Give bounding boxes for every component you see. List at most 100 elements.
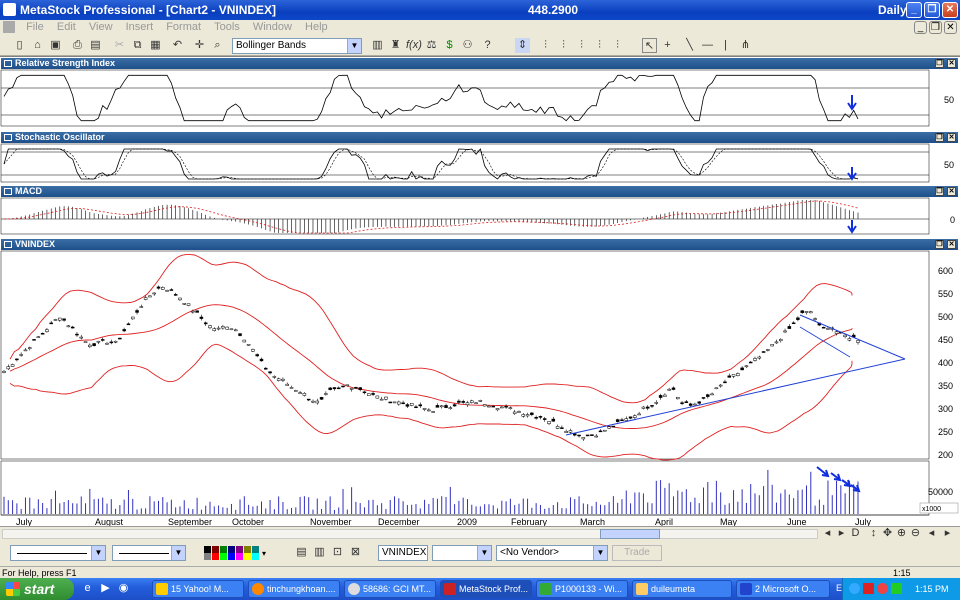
macd-restore-button[interactable]: ❐ [935,187,944,196]
tray-help-icon[interactable] [849,583,860,594]
quicklaunch-browser-icon[interactable]: ◉ [116,581,131,596]
tray-clock[interactable]: 1:15 PM [915,578,949,600]
menu-file[interactable]: File [21,20,49,34]
equivolume-icon[interactable]: ⫶ [610,38,625,53]
tray-network-icon[interactable] [891,583,902,594]
stoch-pane-title[interactable]: Stochastic Oscillator ❐ ✕ [1,132,958,143]
menu-view[interactable]: View [84,20,118,34]
crosshair-tool-icon[interactable]: + [660,38,675,53]
task-folder[interactable]: duileumeta [632,580,732,598]
period-daily-icon[interactable]: D [848,526,863,541]
menu-window[interactable]: Window [248,20,297,34]
tray-antivirus-icon[interactable] [877,583,888,594]
paste-icon[interactable]: ▦ [148,38,163,53]
quicklaunch-media-icon[interactable]: ▶ [98,581,113,596]
expert-advisor-icon[interactable]: ⚖ [424,38,439,53]
vertical-line-icon[interactable]: | [718,38,733,53]
mdi-close-button[interactable]: ✕ [944,21,957,34]
quicklaunch-ie-icon[interactable]: e [80,581,95,596]
point-figure-icon[interactable]: ⫶ [592,38,607,53]
color-swatch[interactable] [204,553,211,560]
print-icon[interactable]: ⎙ [70,38,85,53]
rsi-plot-area[interactable] [0,69,930,127]
candle-chart-icon[interactable]: ⫶ [556,38,571,53]
explorer-icon[interactable]: ♜ [388,38,403,53]
scroll-right-icon[interactable]: ▸ [834,526,849,541]
task-gci[interactable]: 58686: GCI MT... [344,580,436,598]
menu-edit[interactable]: Edit [52,20,81,34]
trade-button[interactable]: Trade [612,545,662,561]
color-swatch[interactable] [204,546,211,553]
page-right-icon[interactable]: ▸ [940,526,955,541]
scroll-thumb[interactable] [600,529,660,539]
formula-icon[interactable]: f(x) [406,38,422,53]
restore-button[interactable]: ❐ [924,2,940,18]
menu-help[interactable]: Help [300,20,333,34]
price-close-button[interactable]: ✕ [947,240,956,249]
scroll-left-icon[interactable]: ◂ [820,526,835,541]
menu-tools[interactable]: Tools [209,20,245,34]
color-swatch[interactable] [252,546,259,553]
trendline-icon[interactable]: ╲ [682,38,697,53]
color-palette[interactable]: ▾ [204,546,268,560]
mdi-minimize-button[interactable]: _ [914,21,927,34]
macd-close-button[interactable]: ✕ [947,187,956,196]
color-swatch[interactable] [228,553,235,560]
color-more-icon[interactable]: ▾ [262,549,266,558]
color-swatch[interactable] [228,546,235,553]
undo-icon[interactable]: ↶ [170,38,185,53]
task-metastock[interactable]: MetaStock Prof... [440,580,532,598]
color-swatch[interactable] [236,546,243,553]
price-plot-area[interactable] [0,250,930,460]
mdi-icon[interactable] [3,21,15,33]
snapshot-icon[interactable]: ⊠ [348,545,363,560]
close-button[interactable]: ✕ [942,2,958,18]
zoom-out-icon[interactable]: ⊖ [908,526,923,541]
stoch-restore-button[interactable]: ❐ [935,133,944,142]
binoculars-icon[interactable]: ⚇ [460,38,475,53]
zoom-icon[interactable]: ⌕ [210,38,225,53]
indicator-builder-icon[interactable]: ▥ [370,38,385,53]
menu-insert[interactable]: Insert [121,20,159,34]
rsi-close-button[interactable]: ✕ [947,59,956,68]
spin-icon[interactable]: ⇕ [515,38,530,53]
color-swatch[interactable] [252,553,259,560]
line-weight-select[interactable]: ▼ [112,545,186,561]
task-image-viewer[interactable]: P1000133 - Wi... [536,580,628,598]
rsi-pane-title[interactable]: Relative Strength Index ❐ ✕ [1,58,958,69]
minimize-button[interactable]: _ [906,2,922,18]
symbol-box[interactable]: VNINDEX [378,545,428,561]
price-restore-button[interactable]: ❐ [935,240,944,249]
task-yahoo[interactable]: 15 Yahoo! M... [152,580,244,598]
help-pointer-icon[interactable]: ? [480,38,495,53]
new-file-icon[interactable]: ▯ [12,38,27,53]
system-tester-icon[interactable]: $ [442,38,457,53]
horizontal-scrollbar[interactable]: ◂ ▸ D ↕ ✥ ⊕ ⊖ ◂ ▸ [0,526,960,540]
open-folder-icon[interactable]: ⌂ [30,38,45,53]
move-icon[interactable]: ✥ [880,526,895,541]
price-pane-title[interactable]: VNINDEX ❐ ✕ [1,239,958,250]
color-swatch[interactable] [244,553,251,560]
task-microsoft-office[interactable]: 2 Microsoft O... [736,580,830,598]
pointer-icon[interactable]: ↖ [642,38,657,53]
tray-unikey-icon[interactable] [863,583,874,594]
more-tools-icon[interactable]: ⋔ [738,38,753,53]
menu-format[interactable]: Format [161,20,206,34]
mdi-restore-button[interactable]: ❐ [929,21,942,34]
color-swatch[interactable] [236,553,243,560]
stoch-close-button[interactable]: ✕ [947,133,956,142]
line-chart-icon[interactable]: ⫶ [574,38,589,53]
zoom-in-icon[interactable]: ⊕ [894,526,909,541]
color-swatch[interactable] [220,553,227,560]
crosshair-icon[interactable]: ✛ [192,38,207,53]
copy-icon[interactable]: ⧉ [130,38,145,53]
vendor-select[interactable]: <No Vendor> ▼ [496,545,608,561]
color-swatch[interactable] [212,546,219,553]
line-style-select[interactable]: ▼ [10,545,106,561]
exchange-select[interactable]: ▼ [432,545,492,561]
zoom-vertical-icon[interactable]: ↕ [866,526,881,541]
start-button[interactable]: start [0,578,74,600]
color-swatch[interactable] [212,553,219,560]
save-icon[interactable]: ▣ [48,38,63,53]
page-left-icon[interactable]: ◂ [924,526,939,541]
